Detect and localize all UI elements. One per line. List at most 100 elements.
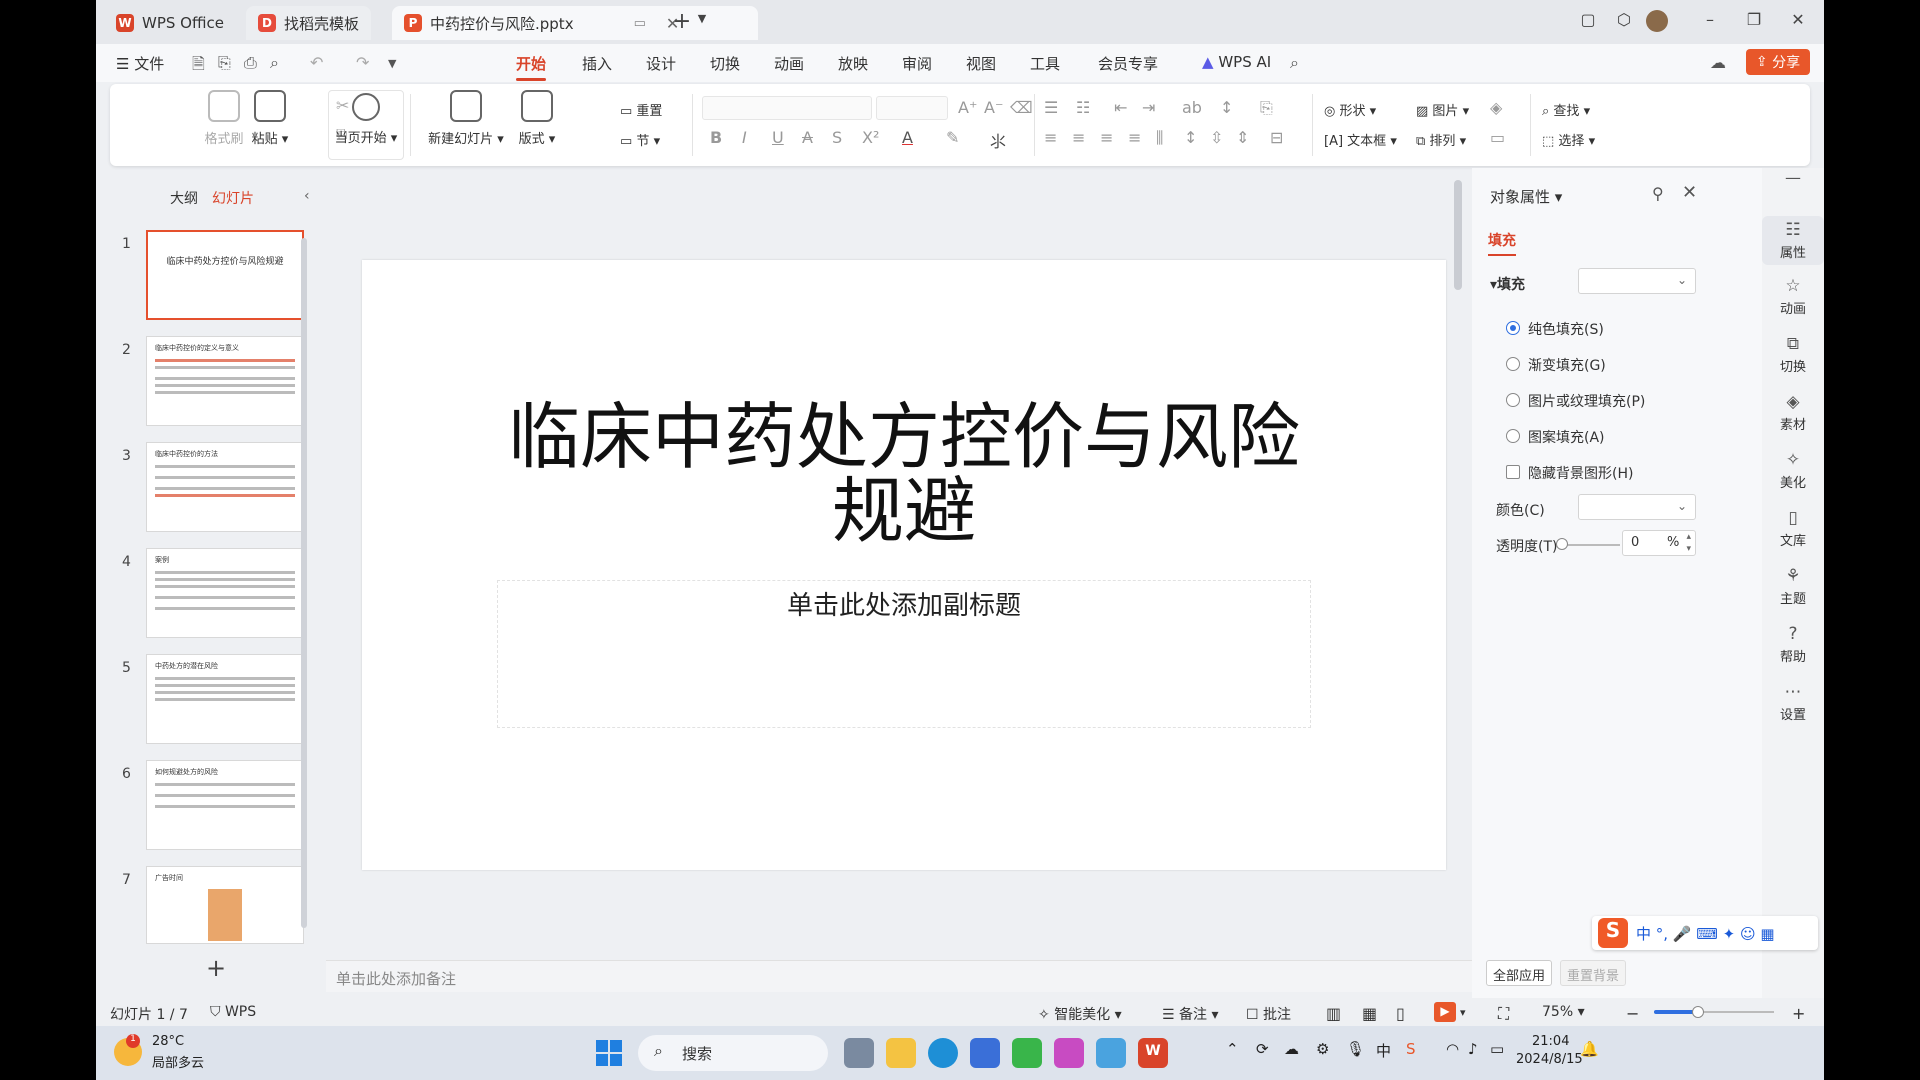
window-mode-icon[interactable]: ▭ — [634, 16, 646, 31]
chevron-down-icon[interactable]: ▾ — [1460, 1006, 1466, 1019]
menu-insert[interactable]: 插入 — [582, 53, 612, 74]
text-box-align-icon[interactable]: ⊟ — [1270, 128, 1283, 147]
paste-button[interactable]: 粘贴 ▾ — [248, 90, 292, 147]
zoom-out-icon[interactable]: − — [1626, 1004, 1639, 1023]
menu-tools[interactable]: 工具 — [1030, 53, 1060, 74]
rail-properties[interactable]: ☷ 属性 — [1762, 216, 1824, 265]
preview-icon[interactable]: ⌕ — [270, 53, 279, 73]
increase-indent-icon[interactable]: ⇥ — [1142, 98, 1155, 117]
cube-icon[interactable]: ⬡ — [1610, 10, 1638, 29]
start-button-icon[interactable] — [596, 1040, 622, 1066]
tray-app-icon[interactable]: ⚙ — [1316, 1040, 1329, 1058]
canvas-scrollbar[interactable] — [1454, 180, 1462, 290]
menu-animation[interactable]: 动画 — [774, 53, 804, 74]
shape-button[interactable]: ◎ 形状 ▾ — [1324, 100, 1376, 119]
bullets-icon[interactable]: ☰ — [1044, 98, 1058, 117]
store-icon[interactable] — [970, 1038, 1000, 1068]
zoom-level[interactable]: 75% ▾ — [1542, 1004, 1585, 1020]
app-icon[interactable] — [1012, 1038, 1042, 1068]
underline-icon[interactable]: U — [772, 128, 784, 147]
export-icon[interactable]: ⎘ — [218, 53, 231, 73]
rail-settings[interactable]: ⋯ 设置 — [1762, 682, 1824, 723]
avatar[interactable] — [1646, 10, 1668, 32]
picture-button[interactable]: ▨ 图片 ▾ — [1416, 100, 1469, 119]
sort-icon[interactable]: ↕ — [1220, 98, 1233, 117]
menu-home[interactable]: 开始 — [516, 53, 547, 81]
convert-icon[interactable]: ⎘ — [1260, 98, 1273, 118]
comments-button[interactable]: ☐ 批注 — [1246, 1004, 1291, 1024]
reading-view-icon[interactable]: ▯ — [1396, 1004, 1405, 1023]
transparency-slider[interactable] — [1562, 544, 1620, 546]
app-icon[interactable] — [1096, 1038, 1126, 1068]
restore-icon[interactable]: ❐ — [1740, 10, 1768, 29]
subtitle-placeholder[interactable]: 单击此处添加副标题 — [497, 580, 1311, 728]
align-right-icon[interactable]: ≡ — [1100, 128, 1113, 147]
hide-background-checkbox[interactable] — [1506, 465, 1520, 479]
slide-thumbnail-6[interactable]: 如何规避处方的风险 — [146, 760, 304, 850]
cloud-icon[interactable]: ☁ — [1284, 1040, 1299, 1058]
slide[interactable]: 临床中药处方控价与风险 规避 单击此处添加副标题 — [362, 260, 1446, 870]
color-dropdown[interactable]: ⌄ — [1578, 494, 1696, 520]
menu-slideshow[interactable]: 放映 — [838, 53, 868, 74]
app-icon[interactable] — [1054, 1038, 1084, 1068]
rail-transition[interactable]: ⧉ 切换 — [1762, 334, 1824, 375]
slide-thumbnail-5[interactable]: 中药处方的潜在风险 — [146, 654, 304, 744]
sync-icon[interactable]: ⟳ — [1256, 1040, 1269, 1058]
distribute-icon[interactable]: ⫼ — [1156, 128, 1163, 148]
cloud-upload-icon[interactable]: ☁ — [1710, 53, 1726, 72]
fit-window-icon[interactable]: ⛶ — [1498, 1004, 1509, 1024]
slide-thumbnail-2[interactable]: 临床中药控价的定义与意义 — [146, 336, 304, 426]
reset-background-button[interactable]: 重置背景 — [1560, 960, 1626, 986]
radio-pattern-fill[interactable] — [1506, 429, 1520, 443]
menu-vip[interactable]: 会员专享 — [1098, 53, 1158, 74]
menu-transition[interactable]: 切换 — [710, 53, 740, 74]
file-explorer-icon[interactable] — [886, 1038, 916, 1068]
fill-type-dropdown[interactable]: ⌄ — [1578, 268, 1696, 294]
strikethrough-icon[interactable]: A — [802, 128, 813, 147]
radio-picture-fill[interactable] — [1506, 393, 1520, 407]
close-panel-icon[interactable]: ✕ — [1682, 182, 1697, 203]
ime-indicator[interactable]: 中 — [1376, 1040, 1391, 1061]
section-button[interactable]: ▭ 节 ▾ — [620, 130, 660, 149]
play-slideshow-icon[interactable]: ▶ — [1434, 1002, 1456, 1022]
radio-gradient-fill[interactable] — [1506, 357, 1520, 371]
rail-animation[interactable]: ☆ 动画 — [1762, 276, 1824, 317]
numbering-icon[interactable]: ☷ — [1076, 98, 1090, 117]
menu-review[interactable]: 审阅 — [902, 53, 932, 74]
column-spacing-icon[interactable]: ⇕ — [1236, 128, 1249, 147]
tab-fill[interactable]: 填充 — [1488, 230, 1516, 256]
wps-taskbar-icon[interactable]: W — [1138, 1038, 1168, 1068]
arrange-button[interactable]: ⧉ 排列 ▾ — [1416, 130, 1466, 149]
sogou-tray-icon[interactable]: S — [1406, 1040, 1416, 1058]
zoom-in-icon[interactable]: + — [1792, 1004, 1805, 1023]
wps-ai-button[interactable]: ▲ WPS AI — [1202, 53, 1271, 71]
tab-slides[interactable]: 幻灯片 — [212, 188, 254, 208]
wifi-icon[interactable]: ◠ — [1446, 1040, 1459, 1058]
transparency-slider-handle[interactable] — [1556, 538, 1568, 550]
smart-beautify-button[interactable]: ✧ 智能美化 ▾ — [1038, 1004, 1122, 1024]
more-chevron-icon[interactable]: ▼ — [388, 57, 396, 70]
select-button[interactable]: ⬚ 选择 ▾ — [1542, 130, 1595, 149]
task-view-icon[interactable] — [844, 1038, 874, 1068]
notes-area[interactable]: 单击此处添加备注 — [326, 960, 1556, 992]
italic-icon[interactable]: I — [742, 128, 747, 147]
panel-title[interactable]: 对象属性 ▾ — [1490, 186, 1562, 207]
reset-button[interactable]: ▭ 重置 — [620, 100, 662, 119]
line-spacing-icon[interactable]: ↕ — [1184, 128, 1197, 147]
shrink-font-icon[interactable]: A⁻ — [984, 98, 1003, 117]
justify-icon[interactable]: ≡ — [1128, 128, 1141, 147]
tab-template[interactable]: D 找稻壳模板 — [246, 6, 372, 40]
multiwindow-icon[interactable]: ▢ — [1574, 10, 1602, 29]
microphone-icon[interactable]: 🎙 — [1346, 1040, 1365, 1058]
font-color-icon[interactable]: A — [902, 128, 913, 147]
font-size-select[interactable] — [876, 96, 948, 120]
clear-format-icon[interactable]: ⌫ — [1010, 98, 1033, 117]
fill-color-icon[interactable]: ◈ — [1490, 98, 1502, 117]
slide-thumbnail-3[interactable]: 临床中药控价的方法 — [146, 442, 304, 532]
play-from-current-button[interactable]: 当页开始 ▾ — [328, 90, 404, 160]
slide-thumbnail-4[interactable]: 案例 — [146, 548, 304, 638]
pin-icon[interactable]: ⚲ — [1652, 184, 1664, 203]
slide-thumbnail-7[interactable]: 广告时间 — [146, 866, 304, 944]
transparency-input[interactable]: 0 % ▴ ▾ — [1622, 530, 1696, 556]
save-icon[interactable]: 🗎 — [192, 53, 205, 80]
